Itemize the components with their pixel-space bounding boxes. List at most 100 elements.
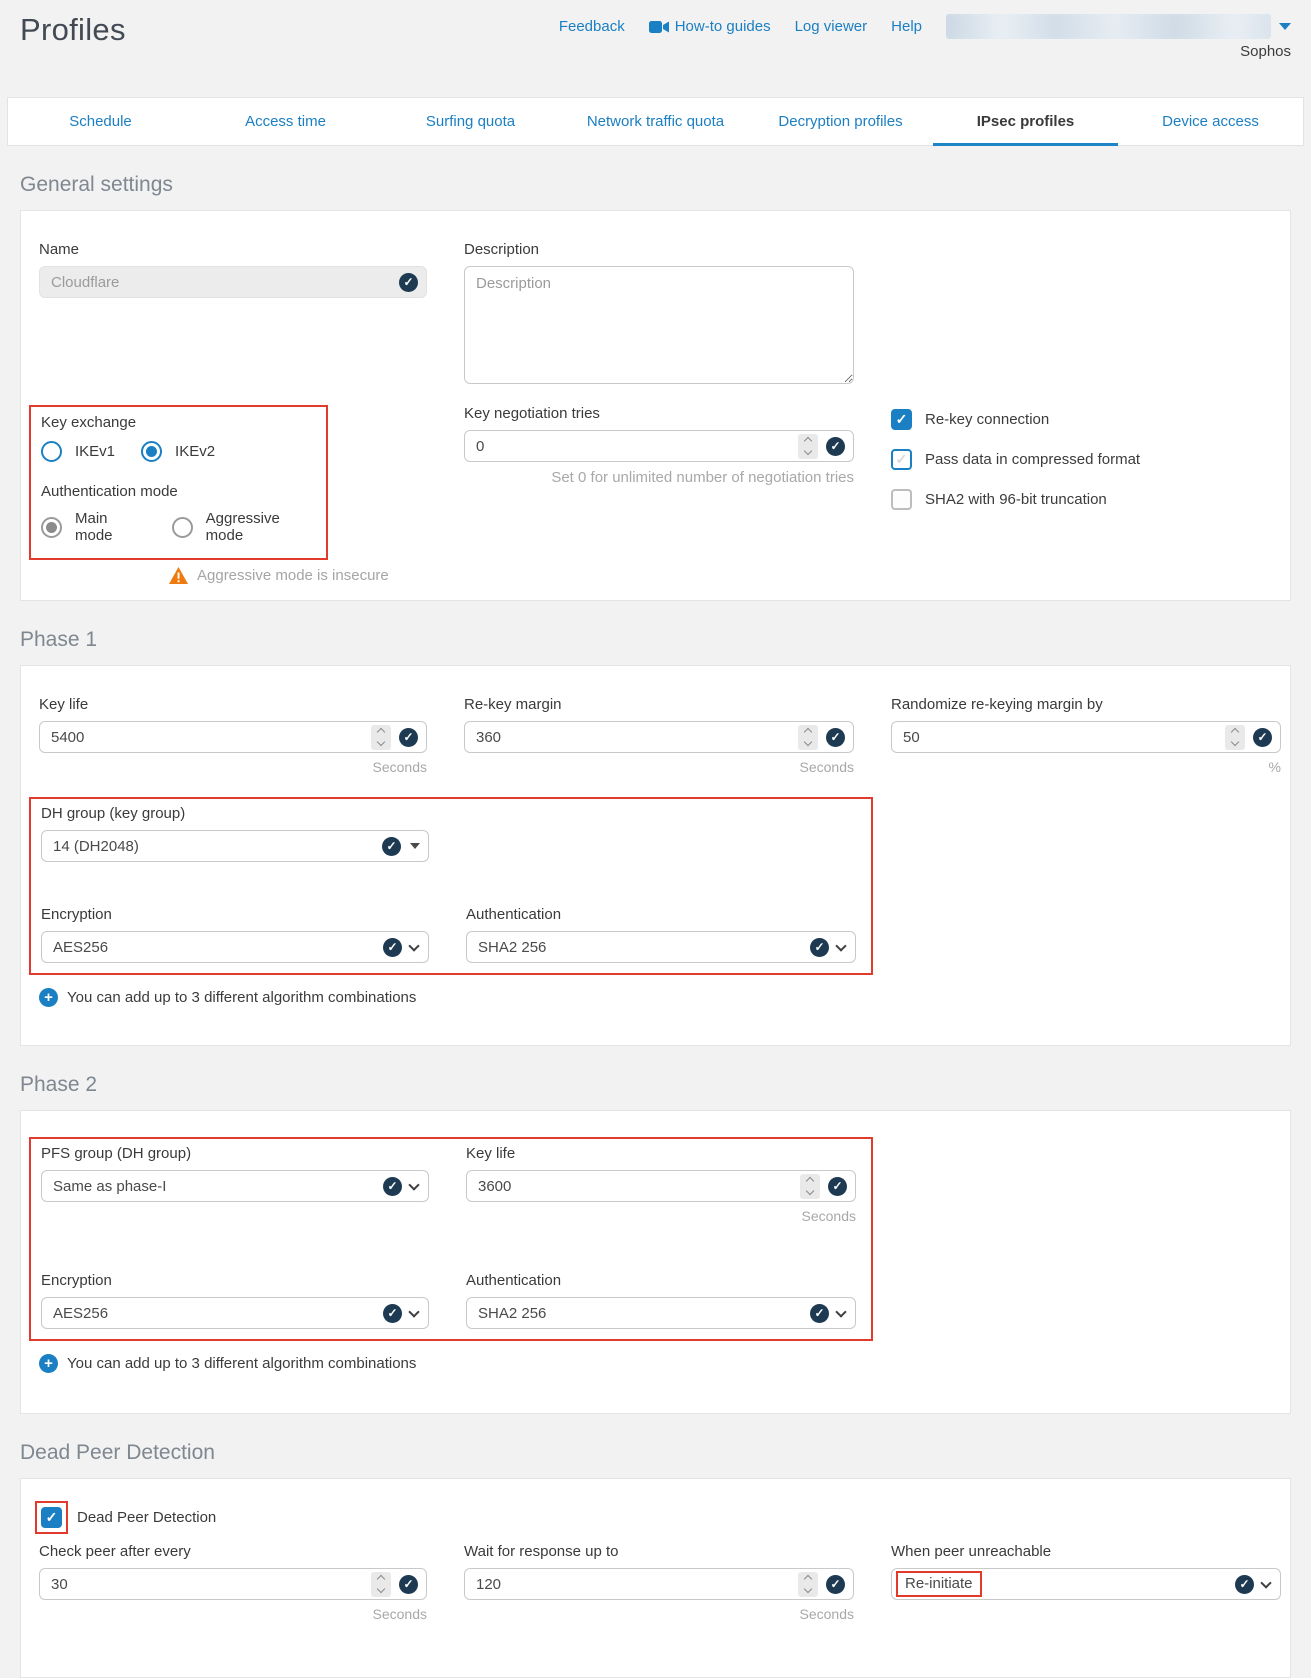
aggressive-warning-row: Aggressive mode is insecure [169, 567, 427, 584]
valid-check-icon: ✓ [810, 938, 829, 957]
p1-randomize-field[interactable]: ✓ [891, 721, 1281, 753]
main-mode-radio[interactable] [41, 517, 62, 538]
check-peer-input[interactable] [51, 1576, 365, 1593]
number-stepper[interactable] [371, 725, 391, 750]
number-stepper[interactable] [1225, 725, 1245, 750]
annotation-box-dpd-checkbox: ✓ [35, 1501, 68, 1534]
vendor-label: Sophos [1240, 43, 1291, 60]
dpd-enable-label: Dead Peer Detection [77, 1509, 216, 1526]
chevron-down-icon [1279, 23, 1291, 30]
key-exchange-label: Key exchange [41, 414, 316, 431]
p1-key-life-field[interactable]: ✓ [39, 721, 427, 753]
phase1-panel: Key life ✓ Seconds Re-key margin ✓ Secon… [20, 665, 1291, 1046]
p1-encryption-value: AES256 [53, 939, 375, 956]
p2-combo-note-row: + You can add up to 3 different algorith… [39, 1354, 1281, 1373]
chevron-down-icon [408, 1179, 419, 1190]
sha2-truncation-checkbox[interactable] [891, 489, 912, 510]
dpd-enable-checkbox[interactable]: ✓ [41, 1507, 62, 1528]
number-stepper[interactable] [798, 1572, 818, 1597]
check-peer-field[interactable]: ✓ [39, 1568, 427, 1600]
help-link[interactable]: Help [891, 18, 922, 35]
feedback-link[interactable]: Feedback [559, 18, 625, 35]
number-stepper[interactable] [798, 434, 818, 459]
dh-group-select[interactable]: 14 (DH2048) ✓ [41, 830, 429, 862]
p1-authentication-select[interactable]: SHA2 256 ✓ [466, 931, 856, 963]
p1-randomize-input[interactable] [903, 729, 1219, 746]
wait-response-field[interactable]: ✓ [464, 1568, 854, 1600]
tab-bar: Schedule Access time Surfing quota Netwo… [7, 97, 1304, 146]
description-textarea[interactable] [464, 266, 854, 384]
tab-decryption-profiles[interactable]: Decryption profiles [748, 98, 933, 145]
p1-encryption-select[interactable]: AES256 ✓ [41, 931, 429, 963]
ikev2-radio[interactable] [141, 441, 162, 462]
auth-mode-label: Authentication mode [41, 483, 316, 500]
valid-check-icon: ✓ [399, 273, 418, 292]
ikev1-label: IKEv1 [75, 443, 115, 460]
video-camera-icon [649, 20, 669, 34]
account-selector[interactable] [946, 14, 1291, 39]
valid-check-icon: ✓ [826, 728, 845, 747]
compressed-format-checkbox[interactable]: ✓ [891, 449, 912, 470]
p1-encryption-label: Encryption [41, 906, 429, 923]
howto-guides-label: How-to guides [675, 18, 771, 35]
key-negotiation-hint: Set 0 for unlimited number of negotiatio… [464, 469, 854, 486]
name-input [51, 274, 391, 291]
rekey-connection-checkbox[interactable]: ✓ [891, 409, 912, 430]
feedback-label: Feedback [559, 18, 625, 35]
tab-device-access[interactable]: Device access [1118, 98, 1303, 145]
valid-check-icon: ✓ [810, 1304, 829, 1323]
p1-rekey-margin-input[interactable] [476, 729, 792, 746]
number-stepper[interactable] [798, 725, 818, 750]
number-stepper[interactable] [800, 1174, 820, 1199]
p2-authentication-label: Authentication [466, 1272, 856, 1289]
p2-encryption-select[interactable]: AES256 ✓ [41, 1297, 429, 1329]
wait-response-unit: Seconds [464, 1606, 854, 1622]
tab-surfing-quota[interactable]: Surfing quota [378, 98, 563, 145]
annotation-box-phase1-algorithms: DH group (key group) 14 (DH2048) ✓ Encry… [29, 797, 873, 975]
p2-key-life-input[interactable] [478, 1178, 794, 1195]
number-stepper[interactable] [371, 1572, 391, 1597]
main-mode-label: Main mode [75, 510, 146, 544]
aggressive-mode-radio[interactable] [172, 517, 193, 538]
peer-unreachable-select[interactable]: Re-initiate ✓ [891, 1568, 1281, 1600]
top-bar: Profiles Feedback How-to guides Log view… [0, 0, 1311, 97]
annotation-box-key-exchange: Key exchange IKEv1 IKEv2 Authentication … [29, 405, 328, 560]
tab-network-traffic-quota[interactable]: Network traffic quota [563, 98, 748, 145]
log-viewer-label: Log viewer [795, 18, 868, 35]
key-negotiation-input[interactable] [476, 438, 792, 455]
wait-response-label: Wait for response up to [464, 1543, 854, 1560]
key-negotiation-field[interactable]: ✓ [464, 430, 854, 462]
general-settings-panel: Name ✓ Description Key exchange IKEv1 [20, 210, 1291, 601]
check-peer-label: Check peer after every [39, 1543, 427, 1560]
dropdown-caret-icon [410, 843, 420, 849]
add-combination-icon[interactable]: + [39, 988, 58, 1007]
add-combination-icon[interactable]: + [39, 1354, 58, 1373]
ikev1-radio[interactable] [41, 441, 62, 462]
valid-check-icon: ✓ [382, 837, 401, 856]
chevron-down-icon [408, 1306, 419, 1317]
tab-schedule[interactable]: Schedule [8, 98, 193, 145]
p2-key-life-field[interactable]: ✓ [466, 1170, 856, 1202]
description-label: Description [464, 241, 854, 258]
p2-authentication-select[interactable]: SHA2 256 ✓ [466, 1297, 856, 1329]
annotation-box-reinitiate: Re-initiate [896, 1571, 982, 1597]
p1-randomize-label: Randomize re-keying margin by [891, 696, 1281, 713]
p1-authentication-label: Authentication [466, 906, 856, 923]
valid-check-icon: ✓ [383, 1177, 402, 1196]
p1-key-life-input[interactable] [51, 729, 365, 746]
p1-key-life-label: Key life [39, 696, 427, 713]
howto-guides-link[interactable]: How-to guides [649, 18, 771, 35]
log-viewer-link[interactable]: Log viewer [795, 18, 868, 35]
pfs-group-select[interactable]: Same as phase-I ✓ [41, 1170, 429, 1202]
tab-access-time[interactable]: Access time [193, 98, 378, 145]
p1-rekey-margin-field[interactable]: ✓ [464, 721, 854, 753]
wait-response-input[interactable] [476, 1576, 792, 1593]
p1-combo-note-row: + You can add up to 3 different algorith… [39, 988, 1281, 1007]
tab-ipsec-profiles[interactable]: IPsec profiles [933, 98, 1118, 145]
peer-unreachable-value: Re-initiate [905, 1575, 973, 1592]
dpd-heading: Dead Peer Detection [20, 1441, 1291, 1465]
help-label: Help [891, 18, 922, 35]
chevron-down-icon [835, 940, 846, 951]
aggressive-mode-label: Aggressive mode [206, 510, 316, 544]
aggressive-warning-text: Aggressive mode is insecure [197, 567, 389, 584]
